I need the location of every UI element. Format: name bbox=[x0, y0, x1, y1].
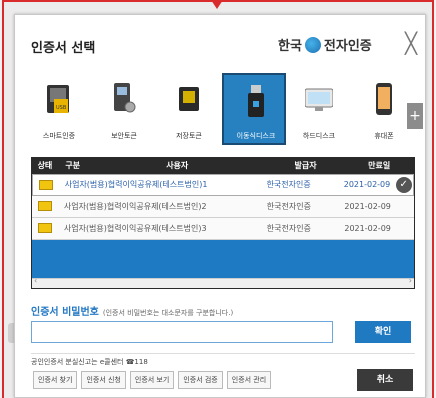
usb-drive-icon bbox=[248, 85, 264, 117]
certificate-icon bbox=[38, 223, 52, 233]
hard-disk-icon bbox=[305, 88, 333, 111]
cert-table: 상태 구분 사용자 발급자 만료일 사업자(범용)협력이익공유제(테스트법인)1… bbox=[31, 157, 415, 289]
verify-cert-button[interactable]: 인증서 검증 bbox=[178, 371, 223, 389]
apply-cert-button[interactable]: 인증서 신청 bbox=[81, 371, 126, 389]
row-type: 사업자(범용) bbox=[64, 180, 108, 189]
security-token-icon bbox=[114, 83, 136, 113]
header-type[interactable]: 구분 bbox=[58, 158, 88, 174]
manage-cert-button[interactable]: 인증서 관리 bbox=[226, 371, 272, 389]
device-storage-token[interactable]: 저장토큰 bbox=[157, 73, 221, 145]
certificate-icon bbox=[39, 179, 53, 190]
header-expiry[interactable]: 만료일 bbox=[344, 158, 414, 174]
ok-button[interactable]: 확인 bbox=[355, 321, 411, 343]
cert-action-buttons: 인증서 찾기 인증서 신청 인증서 보기 인증서 검증 인증서 관리 bbox=[33, 371, 272, 389]
table-header: 상태 구분 사용자 발급자 만료일 bbox=[32, 158, 414, 174]
row-type: 사업자(범용) bbox=[63, 201, 107, 211]
expiry-cell: 2021-02-09 ✓ bbox=[344, 174, 413, 196]
device-label: 휴대폰 bbox=[374, 132, 394, 140]
type-user-cell: 사업자(범용)협력이익공유제(테스트법인)2 bbox=[58, 196, 267, 218]
storage-device-list: USB 스마트인증 보안토큰 저장토큰 이동식디스크 하드디스크 휴대폰 bbox=[27, 73, 419, 145]
mobile-phone-icon bbox=[376, 83, 392, 115]
device-label: 스마트인증 bbox=[42, 132, 76, 140]
brand-text-2: 전자인증 bbox=[323, 39, 372, 54]
device-label: 이동식디스크 bbox=[236, 132, 276, 140]
svg-text:USB: USB bbox=[56, 105, 67, 111]
smart-cert-icon: USB bbox=[47, 85, 69, 113]
row-type: 사업자(범용) bbox=[63, 223, 107, 233]
header-status[interactable]: 상태 bbox=[32, 158, 58, 174]
row-expiry: 2021-02-09 bbox=[343, 180, 391, 189]
table-row[interactable]: 사업자(범용)협력이익공유제(테스트법인)1 한국전자인증 2021-02-09… bbox=[32, 174, 414, 196]
brand-text: 한국 bbox=[278, 39, 302, 54]
cancel-button[interactable]: 취소 bbox=[357, 369, 413, 391]
device-scroll-plus-button[interactable]: + bbox=[407, 103, 423, 129]
divider bbox=[31, 353, 415, 354]
device-label: 보안토큰 bbox=[111, 132, 137, 140]
lost-report-text: 공인인증서 분실신고는 e콜센터 ☎118 bbox=[31, 358, 148, 366]
check-icon: ✓ bbox=[395, 177, 412, 193]
scroll-right-icon[interactable]: › bbox=[409, 276, 412, 285]
find-cert-button[interactable]: 인증서 찾기 bbox=[33, 371, 78, 389]
table-row[interactable]: 사업자(범용)협력이익공유제(테스트법인)3 한국전자인증 2021-02-09 bbox=[32, 218, 414, 240]
row-user: 협력이익공유제(테스트법인)3 bbox=[106, 223, 207, 233]
row-user: 협력이익공유제(테스트법인)2 bbox=[106, 201, 207, 211]
device-smart-cert[interactable]: USB 스마트인증 bbox=[27, 73, 91, 145]
storage-token-icon bbox=[179, 87, 199, 111]
view-cert-button[interactable]: 인증서 보기 bbox=[129, 371, 175, 389]
password-hint: (인증서 비밀번호는 대소문자를 구분합니다.) bbox=[102, 309, 234, 317]
status-cell bbox=[33, 174, 59, 196]
type-user-cell: 사업자(범용)협력이익공유제(테스트법인)1 bbox=[59, 174, 267, 196]
device-label: 하드디스크 bbox=[302, 132, 336, 140]
certificate-icon bbox=[38, 201, 52, 211]
brand-logo: 한국 전자인증 bbox=[278, 35, 372, 54]
row-expiry: 2021-02-09 bbox=[344, 201, 391, 211]
status-cell bbox=[32, 218, 58, 240]
header-issuer[interactable]: 발급자 bbox=[267, 158, 345, 174]
close-button[interactable]: ╳ bbox=[401, 33, 421, 53]
table-row[interactable]: 사업자(범용)협력이익공유제(테스트법인)2 한국전자인증 2021-02-09 bbox=[32, 196, 414, 218]
type-user-cell: 사업자(범용)협력이익공유제(테스트법인)3 bbox=[58, 218, 267, 240]
password-label: 인증서 비밀번호 (인증서 비밀번호는 대소문자를 구분합니다.) bbox=[31, 303, 233, 318]
row-issuer: 한국전자인증 bbox=[266, 180, 311, 189]
cert-dialog: 인증서 선택 한국 전자인증 ╳ USB 스마트인증 보안토큰 저장토큰 이동식… bbox=[14, 14, 426, 398]
device-hard-disk[interactable]: 하드디스크 bbox=[287, 73, 351, 145]
dialog-title: 인증서 선택 bbox=[31, 41, 96, 56]
password-label-text: 인증서 비밀번호 bbox=[31, 307, 99, 318]
device-security-token[interactable]: 보안토큰 bbox=[92, 73, 156, 145]
header-user[interactable]: 사용자 bbox=[88, 158, 267, 174]
scroll-left-icon[interactable]: ‹ bbox=[34, 276, 37, 285]
status-cell bbox=[32, 196, 58, 218]
device-removable-disk[interactable]: 이동식디스크 bbox=[222, 73, 286, 145]
brand-emblem-icon bbox=[304, 36, 321, 53]
row-issuer: 한국전자인증 bbox=[266, 223, 311, 233]
password-input[interactable] bbox=[31, 321, 333, 343]
row-user: 협력이익공유제(테스트법인)1 bbox=[107, 180, 208, 189]
row-expiry: 2021-02-09 bbox=[344, 223, 391, 233]
device-label: 저장토큰 bbox=[176, 132, 202, 140]
row-issuer: 한국전자인증 bbox=[266, 201, 311, 211]
pointer-arrow-icon bbox=[211, 0, 223, 9]
horizontal-scrollbar[interactable]: ‹ › bbox=[32, 276, 414, 288]
